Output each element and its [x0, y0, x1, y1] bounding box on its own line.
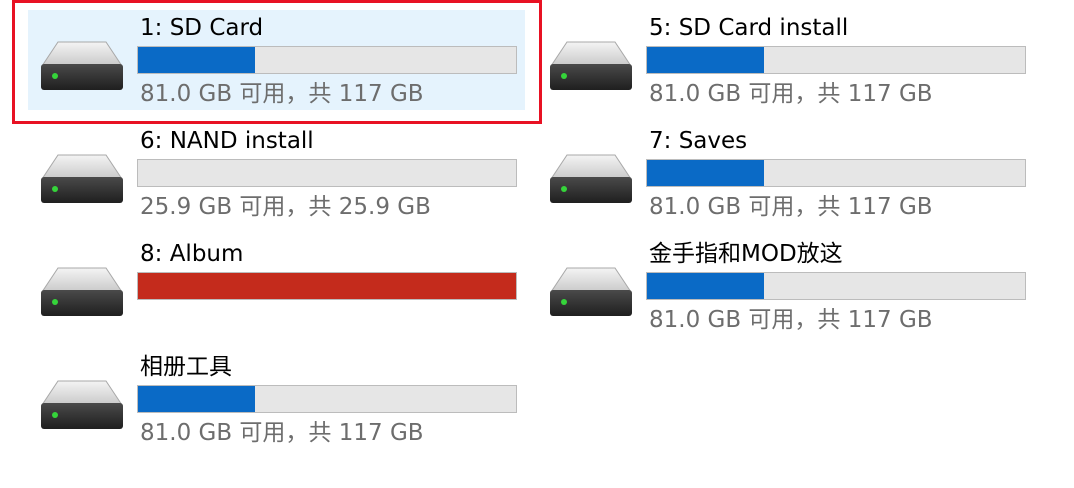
drive-free-space: 25.9 GB 可用，共 25.9 GB	[140, 194, 431, 220]
drive-album[interactable]: 8: Album	[28, 236, 525, 336]
usage-bar	[646, 46, 1026, 74]
usage-bar	[137, 159, 517, 187]
usage-bar	[646, 159, 1026, 187]
drive-name: 金手指和MOD放这	[649, 241, 843, 267]
usage-bar	[646, 272, 1026, 300]
drive-cheats-mod[interactable]: 金手指和MOD放这 81.0 GB 可用，共 117 GB	[537, 236, 1034, 336]
usage-bar-fill	[647, 160, 765, 186]
drive-free-space: 81.0 GB 可用，共 117 GB	[649, 194, 933, 220]
usage-bar-fill	[647, 47, 765, 73]
drive-free-space: 81.0 GB 可用，共 117 GB	[140, 420, 424, 446]
drive-name: 6: NAND install	[140, 128, 314, 154]
usage-bar-fill	[138, 386, 256, 412]
drive-album-tools[interactable]: 相册工具 81.0 GB 可用，共 117 GB	[28, 349, 525, 449]
usage-bar	[137, 385, 517, 413]
hard-drive-icon	[547, 266, 635, 322]
usage-bar-fill	[647, 273, 765, 299]
drive-free-space: 81.0 GB 可用，共 117 GB	[649, 307, 933, 333]
drive-name: 8: Album	[140, 241, 244, 267]
hard-drive-icon	[38, 266, 126, 322]
usage-bar-fill	[138, 273, 516, 299]
drive-free-space: 81.0 GB 可用，共 117 GB	[649, 81, 933, 107]
hard-drive-icon	[38, 153, 126, 209]
selection-highlight	[12, 0, 542, 124]
drive-name: 5: SD Card install	[649, 15, 849, 41]
drive-sd-card-install[interactable]: 5: SD Card install 81.0 GB 可用，共 117 GB	[537, 10, 1034, 110]
hard-drive-icon	[547, 40, 635, 96]
hard-drive-icon	[547, 153, 635, 209]
drive-saves[interactable]: 7: Saves 81.0 GB 可用，共 117 GB	[537, 123, 1034, 223]
hard-drive-icon	[38, 379, 126, 435]
drive-name: 7: Saves	[649, 128, 748, 154]
drive-name: 相册工具	[140, 354, 232, 380]
usage-bar	[137, 272, 517, 300]
drive-nand-install[interactable]: 6: NAND install 25.9 GB 可用，共 25.9 GB	[28, 123, 525, 223]
